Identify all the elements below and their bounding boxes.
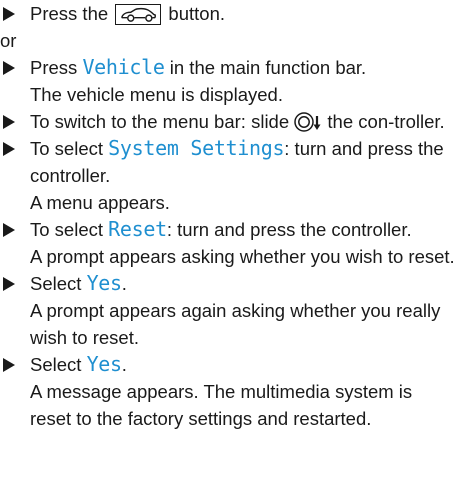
step-text: : turn and press the controller.: [166, 219, 412, 240]
step-arrow-icon: [3, 270, 17, 297]
step-press-vehicle: Press Vehicle in the main function bar. …: [0, 54, 458, 108]
ui-term-system-settings: System Settings: [108, 136, 285, 160]
step-result: A prompt appears asking whether you wish…: [30, 246, 455, 267]
step-select-yes-second: Select Yes. A message appears. The multi…: [0, 351, 458, 432]
step-text: button.: [163, 3, 226, 24]
step-press-car-button: Press the button.: [0, 0, 458, 27]
step-text: To select: [30, 219, 109, 240]
step-text: in the main function bar.: [164, 57, 367, 78]
ui-term-reset: Reset: [108, 217, 167, 241]
step-select-yes-first: Select Yes. A prompt appears again askin…: [0, 270, 458, 351]
ui-term-yes: Yes: [86, 352, 123, 376]
step-text: To switch to the menu bar: slide: [30, 111, 295, 132]
step-text: Select: [30, 354, 87, 375]
step-text: .: [121, 273, 127, 294]
step-arrow-icon: [3, 108, 17, 135]
step-text: Select: [30, 273, 87, 294]
step-result: The vehicle menu is displayed.: [30, 84, 283, 105]
step-text: the con-troller.: [322, 111, 445, 132]
controller-slide-down-icon: [294, 111, 322, 133]
step-arrow-icon: [3, 135, 17, 162]
ui-term-yes: Yes: [86, 271, 123, 295]
step-select-reset: To select Reset: turn and press the cont…: [0, 216, 458, 270]
step-text: .: [121, 354, 127, 375]
step-select-system-settings: To select System Settings: turn and pres…: [0, 135, 458, 216]
step-text: Press: [30, 57, 83, 78]
ui-term-vehicle: Vehicle: [82, 55, 165, 79]
step-text: To select: [30, 138, 109, 159]
step-switch-menu-bar: To switch to the menu bar: slide the con…: [0, 108, 458, 135]
step-arrow-icon: [3, 351, 17, 378]
step-result: A message appears. The multimedia system…: [30, 381, 413, 429]
step-result: A menu appears.: [30, 192, 170, 213]
instruction-page: Press the button. or Press Vehicle in th…: [0, 0, 464, 496]
or-separator: or: [0, 30, 17, 51]
step-result: A prompt appears again asking whether yo…: [30, 300, 441, 348]
step-text: Press the: [30, 3, 114, 24]
car-icon: [115, 4, 162, 25]
step-arrow-icon: [3, 216, 17, 243]
step-arrow-icon: [3, 54, 17, 81]
step-arrow-icon: [3, 0, 17, 27]
